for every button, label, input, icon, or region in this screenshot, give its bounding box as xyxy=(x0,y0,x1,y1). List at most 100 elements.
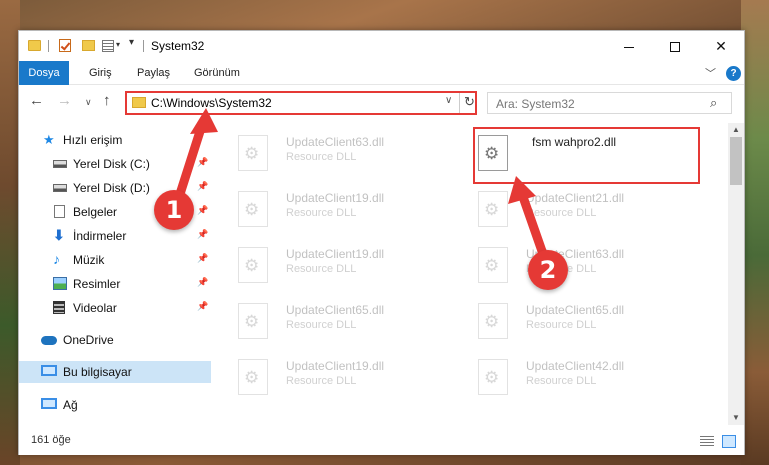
customize-toolbar-icon[interactable]: ▾ xyxy=(129,37,134,51)
search-icon[interactable]: ⌕ xyxy=(710,95,717,111)
file-item[interactable]: UpdateClient19.dll Resource DLL xyxy=(238,355,473,395)
address-bar[interactable]: C:\Windows\System32 ∨ ↻ xyxy=(125,91,477,115)
scroll-up-icon[interactable]: ▲ xyxy=(728,123,744,137)
maximize-icon xyxy=(670,42,680,53)
ribbon-expand-icon[interactable]: ﹀ xyxy=(705,65,716,81)
toolbar-separator xyxy=(143,40,144,52)
sidebar-item-quick-access[interactable]: ★ Hızlı erişim xyxy=(19,129,211,151)
dll-file-icon xyxy=(238,135,268,171)
sidebar-item-network[interactable]: Ağ xyxy=(19,394,211,416)
dll-file-icon xyxy=(478,247,508,283)
forward-button[interactable]: → xyxy=(57,92,72,109)
close-button[interactable]: ✕ xyxy=(698,31,744,61)
up-button[interactable]: ↑ xyxy=(103,92,111,109)
sidebar-item-music[interactable]: ♪ Müzik 📌 xyxy=(19,249,211,271)
status-bar: 161 öğe xyxy=(19,429,744,455)
toolbar-separator xyxy=(48,40,49,52)
minimize-button[interactable] xyxy=(606,31,652,61)
refresh-icon[interactable]: ↻ xyxy=(464,94,475,110)
sidebar-item-label: Yerel Disk (D:) xyxy=(73,181,150,195)
scroll-down-icon[interactable]: ▼ xyxy=(728,411,744,425)
file-name: UpdateClient19.dll xyxy=(286,191,385,205)
scrollbar-thumb[interactable] xyxy=(730,137,742,185)
vertical-scrollbar[interactable]: ▲ ▼ xyxy=(728,123,744,425)
pin-icon: 📌 xyxy=(197,253,209,263)
computer-icon xyxy=(41,365,57,376)
download-icon: ⬇ xyxy=(53,227,65,243)
sidebar-item-label: Hızlı erişim xyxy=(63,133,123,147)
pin-icon: 📌 xyxy=(197,301,209,311)
file-item[interactable]: UpdateClient21.dll Resource DLL xyxy=(478,187,713,227)
navigation-bar: ← → ∨ ↑ C:\Windows\System32 ∨ ↻ Ara: Sys… xyxy=(19,86,744,120)
sidebar-item-this-pc[interactable]: Bu bilgisayar xyxy=(19,361,211,383)
dll-file-icon xyxy=(478,359,508,395)
file-item[interactable]: UpdateClient65.dll Resource DLL xyxy=(238,299,473,339)
sidebar-item-pictures[interactable]: Resimler 📌 xyxy=(19,273,211,295)
sidebar-item-label: Bu bilgisayar xyxy=(63,365,132,379)
drive-icon xyxy=(53,184,67,192)
dll-file-icon xyxy=(238,303,268,339)
search-input[interactable]: Ara: System32 ⌕ xyxy=(487,92,732,114)
file-item[interactable]: UpdateClient63.dll Resource DLL xyxy=(238,131,473,171)
back-button[interactable]: ← xyxy=(29,92,44,109)
folder-icon xyxy=(28,40,41,51)
tab-gorunum[interactable]: Görünüm xyxy=(194,61,240,85)
qa-dropdown-arrow-icon[interactable]: ▾ xyxy=(116,40,120,54)
explorer-window: ▾ ▾ System32 ✕ Dosya Giriş Paylaş Görünü… xyxy=(18,30,745,455)
file-item[interactable]: UpdateClient19.dll Resource DLL xyxy=(238,243,473,283)
file-item[interactable]: UpdateClient65.dll Resource DLL xyxy=(478,299,713,339)
window-title: System32 xyxy=(151,39,205,53)
address-separator xyxy=(459,93,460,113)
file-list: UpdateClient63.dll Resource DLL fsm wahp… xyxy=(212,123,727,425)
sidebar-item-label: Müzik xyxy=(73,253,105,267)
sidebar-item-downloads[interactable]: ⬇ İndirmeler 📌 xyxy=(19,225,211,247)
sidebar-item-onedrive[interactable]: OneDrive xyxy=(19,329,211,351)
star-icon: ★ xyxy=(43,132,55,147)
pin-icon: 📌 xyxy=(197,229,209,239)
dll-file-icon xyxy=(238,247,268,283)
file-name: UpdateClient65.dll xyxy=(286,303,385,317)
file-type: Resource DLL xyxy=(526,375,597,387)
details-view-icon[interactable] xyxy=(700,436,714,447)
file-item[interactable]: UpdateClient19.dll Resource DLL xyxy=(238,187,473,227)
tab-paylas[interactable]: Paylaş xyxy=(137,61,170,85)
desktop-background-left xyxy=(0,0,20,465)
file-type: Resource DLL xyxy=(286,151,357,163)
sidebar-item-label: Ağ xyxy=(63,398,78,412)
recent-locations-icon[interactable]: ∨ xyxy=(85,97,92,108)
dll-file-icon xyxy=(238,191,268,227)
title-bar: ▾ ▾ System32 ✕ xyxy=(19,31,744,61)
file-type: Resource DLL xyxy=(526,207,597,219)
file-item[interactable]: UpdateClient63.dll Resource DLL xyxy=(478,243,713,283)
file-type: Resource DLL xyxy=(286,375,357,387)
help-icon[interactable]: ? xyxy=(726,66,741,81)
file-type: Resource DLL xyxy=(286,319,357,331)
pin-icon: 📌 xyxy=(197,181,209,191)
desktop-background-right xyxy=(741,0,769,465)
tab-giris[interactable]: Giriş xyxy=(89,61,112,85)
target-file-highlight xyxy=(473,127,700,184)
minimize-icon xyxy=(624,46,634,48)
dll-file-icon xyxy=(478,191,508,227)
tab-dosya[interactable]: Dosya xyxy=(19,61,69,85)
sidebar-item-disk-c[interactable]: Yerel Disk (C:) 📌 xyxy=(19,153,211,175)
document-icon xyxy=(54,205,65,218)
sidebar-item-label: Belgeler xyxy=(73,205,118,219)
maximize-button[interactable] xyxy=(652,31,698,61)
step-badge-1: 1 xyxy=(154,190,194,230)
dll-file-icon xyxy=(478,303,508,339)
file-name: UpdateClient21.dll xyxy=(526,191,625,205)
new-folder-icon[interactable] xyxy=(82,40,95,51)
music-icon: ♪ xyxy=(53,251,60,267)
large-icons-view-icon[interactable] xyxy=(722,435,736,448)
file-type: Resource DLL xyxy=(526,319,597,331)
properties-check-icon[interactable] xyxy=(59,39,71,52)
file-item[interactable]: UpdateClient42.dll Resource DLL xyxy=(478,355,713,395)
address-path[interactable]: C:\Windows\System32 xyxy=(151,96,272,110)
pin-icon: 📌 xyxy=(197,277,209,287)
sidebar-item-videos[interactable]: Videolar 📌 xyxy=(19,297,211,319)
file-name: UpdateClient65.dll xyxy=(526,303,625,317)
rename-icon[interactable] xyxy=(102,40,114,52)
file-type: Resource DLL xyxy=(286,207,357,219)
address-dropdown-icon[interactable]: ∨ xyxy=(445,95,452,106)
